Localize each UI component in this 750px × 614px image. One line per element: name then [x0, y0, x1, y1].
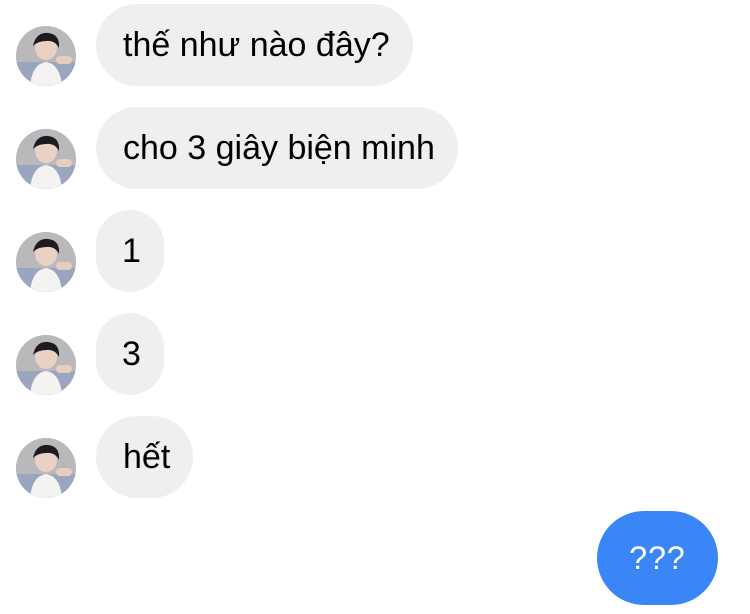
avatar-photo-icon [16, 129, 76, 189]
received-message-bubble[interactable]: thế như nào đây? [96, 4, 413, 86]
sent-message-bubble[interactable]: ??? [597, 511, 718, 605]
contact-avatar[interactable] [16, 26, 76, 86]
received-message-bubble[interactable]: 3 [96, 313, 164, 395]
avatar-photo-icon [16, 335, 76, 395]
contact-avatar[interactable] [16, 335, 76, 395]
contact-avatar[interactable] [16, 232, 76, 292]
contact-avatar[interactable] [16, 438, 76, 498]
avatar-photo-icon [16, 232, 76, 292]
received-message-bubble[interactable]: hết [96, 416, 194, 498]
chat-thread: thế như nào đây? cho 3 giây biện minh 1 … [0, 0, 750, 614]
avatar-photo-icon [16, 438, 76, 498]
avatar-photo-icon [16, 26, 76, 86]
contact-avatar[interactable] [16, 129, 76, 189]
received-message-bubble[interactable]: 1 [96, 210, 164, 292]
received-message-bubble[interactable]: cho 3 giây biện minh [96, 107, 458, 189]
